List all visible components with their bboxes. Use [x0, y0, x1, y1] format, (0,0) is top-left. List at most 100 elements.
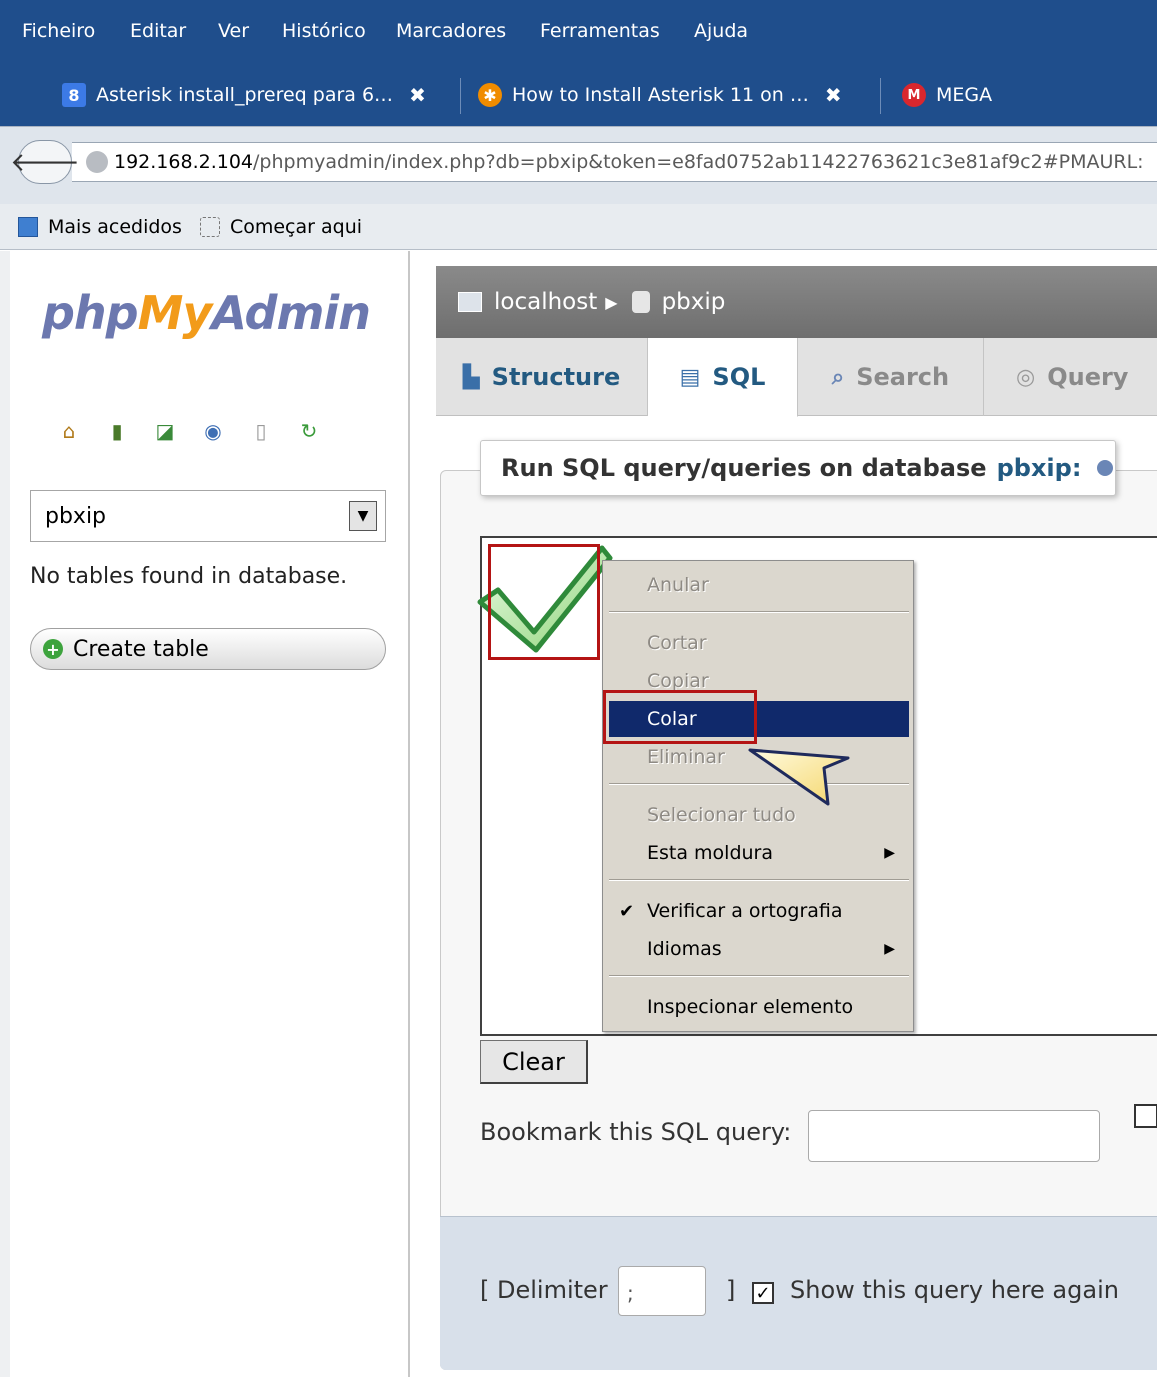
logo-admin: Admin	[211, 286, 371, 340]
home-icon[interactable]: ⌂	[56, 418, 82, 444]
bookmark-label: Mais acedidos	[48, 215, 182, 238]
menu-marcadores[interactable]: Marcadores	[396, 20, 506, 42]
tab-search-label: Search	[856, 363, 950, 391]
tab-title: Asterisk install_prereq para 6…	[96, 84, 394, 106]
sql-legend: Run SQL query/queries on database pbxip:	[480, 440, 1116, 496]
bookmark-folder-icon	[18, 216, 38, 237]
mega-icon: M	[902, 83, 926, 107]
tab-title: How to Install Asterisk 11 on …	[512, 84, 809, 106]
phpmyadmin-logo[interactable]: phpMyAdmin	[42, 286, 371, 340]
menu-ver[interactable]: Ver	[218, 20, 249, 42]
menu-separator	[609, 975, 909, 977]
menu-item-undo[interactable]: Anular	[609, 567, 909, 603]
tab-search[interactable]: ⌕ Search	[798, 338, 984, 416]
menu-ferramentas[interactable]: Ferramentas	[540, 20, 660, 42]
breadcrumb: localhost ▶ pbxip	[436, 266, 1157, 338]
bookmark-label: Bookmark this SQL query:	[480, 1118, 792, 1146]
selected-database: pbxip	[45, 503, 107, 529]
browser-tab-mega[interactable]: M MEGA	[902, 72, 992, 118]
menu-separator	[609, 611, 909, 613]
help-icon[interactable]	[1097, 460, 1114, 476]
menu-item-inspect[interactable]: Inspecionar elemento	[609, 989, 909, 1025]
menu-item-languages[interactable]: Idiomas ▶	[609, 931, 909, 967]
search-icon: ⌕	[831, 364, 845, 390]
url-path: /phpmyadmin/index.php?db=pbxip&token=e8f…	[253, 151, 1144, 173]
check-icon: ✔	[619, 900, 635, 922]
plus-icon: +	[43, 639, 63, 659]
menu-editar[interactable]: Editar	[130, 20, 186, 42]
tab-structure-label: Structure	[491, 363, 621, 391]
breadcrumb-database[interactable]: pbxip	[662, 289, 726, 315]
tab-title: MEGA	[936, 84, 993, 106]
sql-icon[interactable]: ◪	[152, 418, 178, 444]
highlight-box	[488, 544, 600, 660]
browser-tab-asterisk-prereq[interactable]: 8 Asterisk install_prereq para 6… ✖	[62, 72, 426, 118]
tab-query[interactable]: ◎ Query	[984, 338, 1157, 416]
tab-sql[interactable]: ▤ SQL	[648, 338, 798, 417]
menu-item-cut[interactable]: Cortar	[609, 625, 909, 661]
blank-page-icon	[199, 216, 220, 237]
delimiter-label: [ Delimiter	[480, 1276, 608, 1304]
bookmark-label: Começar aqui	[229, 215, 363, 238]
menu-item-label: Verificar a ortografia	[647, 900, 843, 922]
structure-icon: ▙	[462, 364, 480, 390]
url-host: 192.168.2.104	[114, 151, 254, 173]
bookmark-checkbox[interactable]	[1134, 1104, 1157, 1128]
submenu-arrow-icon: ▶	[884, 845, 895, 861]
highlight-box	[603, 690, 757, 744]
exit-icon[interactable]: ▮	[104, 418, 130, 444]
close-tab-icon[interactable]: ✖	[825, 83, 842, 107]
breadcrumb-server[interactable]: localhost	[494, 289, 597, 315]
no-tables-message: No tables found in database.	[30, 564, 348, 589]
help-icon[interactable]: ◉	[200, 418, 226, 444]
create-table-button[interactable]: + Create table	[30, 628, 386, 670]
globe-icon	[86, 151, 108, 173]
delimiter-close-bracket: ]	[726, 1276, 736, 1304]
docs-icon[interactable]: ▯	[248, 418, 274, 444]
bookmark-input[interactable]	[808, 1110, 1100, 1162]
menu-item-label: Idiomas	[647, 938, 722, 960]
bookmark-mais-acedidos[interactable]: Mais acedidos	[18, 216, 182, 238]
sql-icon: ▤	[679, 364, 701, 390]
arrow-left-icon: 🡐	[10, 147, 80, 178]
tab-sql-label: SQL	[712, 363, 766, 391]
tab-separator	[460, 78, 461, 114]
sidebar-icon-row: ⌂ ▮ ◪ ◉ ▯ ↻	[56, 418, 322, 444]
menu-ajuda[interactable]: Ajuda	[694, 20, 748, 42]
tab-structure[interactable]: ▙ Structure	[436, 338, 648, 416]
menu-item-this-frame[interactable]: Esta moldura ▶	[609, 835, 909, 871]
chevron-down-icon[interactable]: ▼	[349, 501, 377, 531]
legend-text: Run SQL query/queries on database	[501, 454, 987, 482]
google-icon: 8	[62, 83, 86, 107]
submenu-arrow-icon: ▶	[884, 941, 895, 957]
main-tabs: ▙ Structure ▤ SQL ⌕ Search ◎ Query	[436, 338, 1157, 417]
asterisk-icon: ✱	[478, 83, 502, 107]
browser-tab-install-asterisk[interactable]: ✱ How to Install Asterisk 11 on … ✖	[478, 72, 842, 118]
delimiter-input[interactable]: ;	[618, 1266, 706, 1316]
reload-icon[interactable]: ↻	[296, 418, 322, 444]
legend-database: pbxip:	[996, 454, 1082, 482]
pointer-arrow-icon	[748, 748, 850, 806]
menu-separator	[609, 879, 909, 881]
close-tab-icon[interactable]: ✖	[409, 83, 426, 107]
menu-bar: Ficheiro Editar Ver Histórico Marcadores…	[0, 0, 1157, 68]
bookmarks-toolbar: Mais acedidos Começar aqui	[0, 204, 1157, 250]
chevron-right-icon: ▶	[605, 292, 618, 312]
url-bar[interactable]: 192.168.2.104/phpmyadmin/index.php?db=pb…	[72, 142, 1157, 182]
clear-button[interactable]: Clear	[480, 1040, 588, 1084]
logo-php: php	[42, 286, 139, 340]
tab-query-label: Query	[1047, 363, 1129, 391]
database-select[interactable]: pbxip ▼	[30, 490, 386, 542]
menu-ficheiro[interactable]: Ficheiro	[22, 20, 95, 42]
tab-separator	[880, 78, 881, 114]
show-query-checkbox[interactable]: ✓	[752, 1282, 774, 1304]
show-query-label: Show this query here again	[790, 1276, 1119, 1304]
back-button[interactable]: 🡐	[10, 140, 80, 184]
menu-item-spellcheck[interactable]: ✔ Verificar a ortografia	[609, 893, 909, 929]
logo-my: My	[137, 286, 213, 340]
menu-historico[interactable]: Histórico	[282, 20, 366, 42]
create-table-label: Create table	[73, 636, 209, 662]
query-icon: ◎	[1016, 364, 1036, 390]
bookmark-comecar-aqui[interactable]: Começar aqui	[199, 215, 363, 238]
database-icon	[631, 291, 650, 313]
